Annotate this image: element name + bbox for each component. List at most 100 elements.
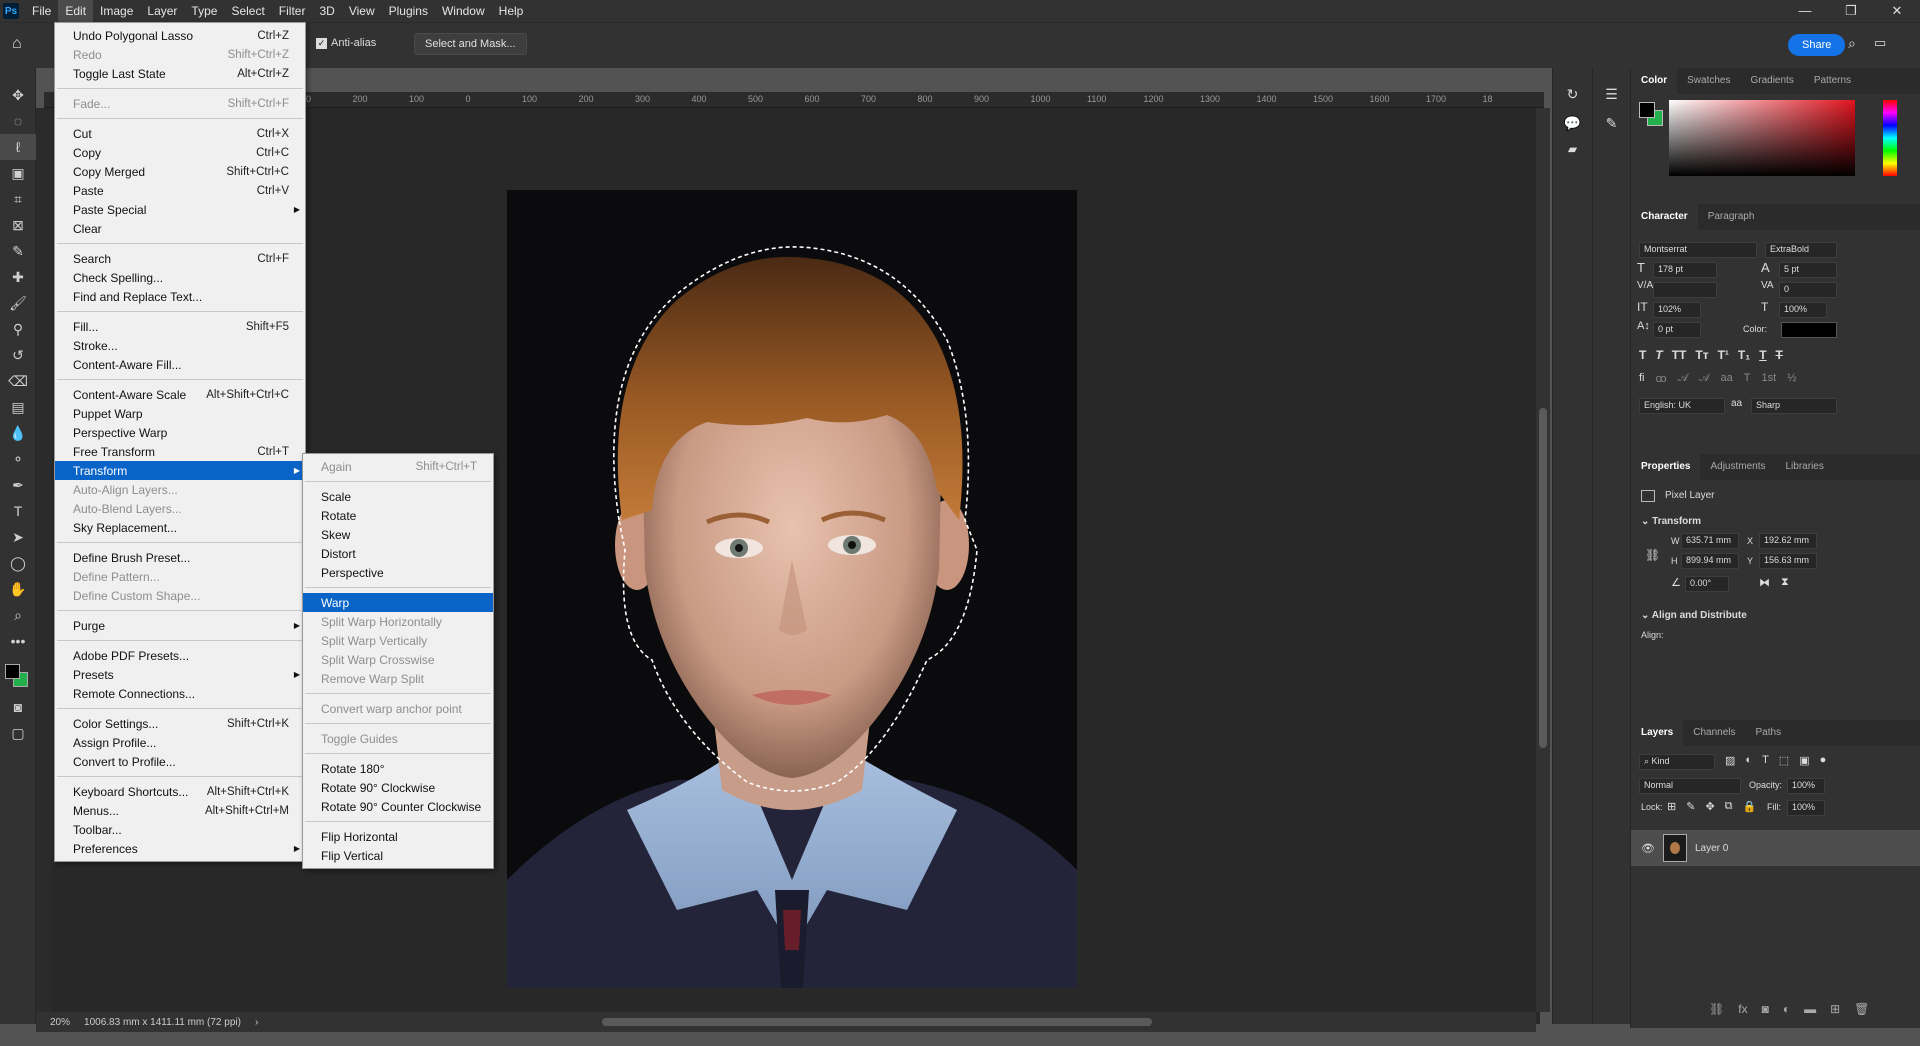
color-tab-swatches[interactable]: Swatches (1677, 68, 1740, 94)
align-section-title[interactable]: ⌄ Align and Distribute (1641, 610, 1747, 621)
vertical-scale-field[interactable]: 102% (1653, 302, 1701, 318)
fill-field[interactable]: 100% (1787, 800, 1825, 816)
history-panel-icon[interactable]: ↻ (1553, 86, 1592, 103)
close-button[interactable]: ✕ (1874, 0, 1920, 22)
underline-icon[interactable]: T (1759, 348, 1766, 362)
filter-smart-icon[interactable]: ▣ (1799, 754, 1809, 767)
small-caps-icon[interactable]: Tт (1695, 348, 1708, 362)
delete-layer-icon[interactable]: 🗑 (1854, 1002, 1869, 1016)
menu-item-color-settings[interactable]: Color Settings... Shift+Ctrl+K (55, 714, 305, 733)
color-field[interactable] (1669, 100, 1855, 176)
titling-icon[interactable]: aa (1721, 372, 1733, 385)
add-mask-icon[interactable]: ◙ (1762, 1002, 1769, 1016)
menu-item-menus[interactable]: Menus... Alt+Shift+Ctrl+M (55, 801, 305, 820)
properties-tab-properties[interactable]: Properties (1631, 454, 1701, 480)
menu-item-flip-vertical[interactable]: Flip Vertical (303, 846, 493, 865)
menu-item-skew[interactable]: Skew (303, 525, 493, 544)
character-tab-character[interactable]: Character (1631, 204, 1698, 230)
clone-stamp-icon[interactable]: ⚲ (0, 316, 36, 342)
link-layers-icon[interactable]: ⛓ (1709, 1002, 1724, 1016)
menu-file[interactable]: File (25, 0, 58, 22)
menu-item-fill[interactable]: Fill... Shift+F5 (55, 317, 305, 336)
language-select[interactable]: English: UK (1639, 398, 1725, 414)
fractions-icon[interactable]: ½ (1787, 372, 1796, 385)
menu-item-undo-polygonal-lasso[interactable]: Undo Polygonal Lasso Ctrl+Z (55, 26, 305, 45)
color-tab-color[interactable]: Color (1631, 68, 1678, 94)
menu-item-distort[interactable]: Distort (303, 544, 493, 563)
healing-brush-icon[interactable]: ✚ (0, 264, 36, 290)
object-selection-icon[interactable]: ▣ (0, 160, 36, 186)
share-button[interactable]: Share (1788, 34, 1846, 56)
font-family-select[interactable]: Montserrat (1639, 242, 1757, 258)
character-tab-paragraph[interactable]: Paragraph (1698, 204, 1765, 230)
lock-position-icon[interactable]: ✥ (1705, 800, 1714, 813)
lock-transparent-icon[interactable]: ⊞ (1667, 800, 1676, 813)
kerning-field[interactable] (1653, 282, 1717, 298)
history-brush-icon[interactable]: ↺ (0, 342, 36, 368)
menu-item-perspective[interactable]: Perspective (303, 563, 493, 582)
dodge-tool-icon[interactable]: ⚬ (0, 446, 36, 472)
brush-tool-icon[interactable]: 🖌 (0, 290, 36, 316)
layers-tab-paths[interactable]: Paths (1746, 720, 1792, 746)
fx-icon[interactable]: fx (1738, 1002, 1747, 1016)
menu-item-warp[interactable]: Warp (303, 593, 493, 612)
screen-mode-icon[interactable]: ▢ (0, 720, 36, 746)
menu-item-flip-horizontal[interactable]: Flip Horizontal (303, 827, 493, 846)
shape-tool-icon[interactable]: ◯ (0, 550, 36, 576)
filter-adjustment-icon[interactable]: ◐ (1745, 754, 1752, 767)
strikethrough-icon[interactable]: T (1776, 348, 1783, 362)
eyedropper-icon[interactable]: ✎ (0, 238, 36, 264)
menu-item-scale[interactable]: Scale (303, 487, 493, 506)
subscript-icon[interactable]: T₁ (1738, 348, 1750, 362)
font-style-select[interactable]: ExtraBold (1765, 242, 1837, 258)
hand-tool-icon[interactable]: ✋ (0, 576, 36, 602)
menu-item-rotate-90-counter-clockwise[interactable]: Rotate 90° Counter Clockwise (303, 797, 493, 816)
marquee-tool-icon[interactable]: ◌ (0, 108, 36, 134)
width-field[interactable]: 635.71 mm (1681, 533, 1739, 549)
leading-field[interactable]: 5 pt (1779, 262, 1837, 278)
old-style-icon[interactable]: ꝏ (1656, 372, 1667, 385)
menu-item-copy-merged[interactable]: Copy Merged Shift+Ctrl+C (55, 162, 305, 181)
menu-item-convert-to-profile[interactable]: Convert to Profile... (55, 752, 305, 771)
zoom-level[interactable]: 20% (50, 1017, 70, 1028)
filter-shape-icon[interactable]: ⬚ (1779, 754, 1789, 767)
all-caps-icon[interactable]: TT (1672, 348, 1687, 362)
stylistic-icon[interactable]: 𝒜 (1699, 372, 1709, 385)
menu-item-copy[interactable]: Copy Ctrl+C (55, 143, 305, 162)
workspace-icon[interactable]: ▭ (1874, 35, 1886, 51)
menu-item-remote-connections[interactable]: Remote Connections... (55, 684, 305, 703)
menu-item-keyboard-shortcuts[interactable]: Keyboard Shortcuts... Alt+Shift+Ctrl+K (55, 782, 305, 801)
filter-type-icon[interactable]: T (1762, 754, 1769, 767)
learn-panel-icon[interactable]: ▰ (1553, 142, 1592, 156)
horizontal-scroll-thumb[interactable] (602, 1018, 1153, 1026)
transform-section-title[interactable]: ⌄ Transform (1641, 516, 1701, 527)
menu-view[interactable]: View (342, 0, 382, 22)
menu-item-toolbar[interactable]: Toolbar... (55, 820, 305, 839)
ordinals-icon[interactable]: T (1744, 372, 1751, 385)
menu-plugins[interactable]: Plugins (382, 0, 435, 22)
filter-toggle-icon[interactable]: ● (1820, 754, 1827, 767)
menu-item-content-aware-fill[interactable]: Content-Aware Fill... (55, 355, 305, 374)
height-field[interactable]: 899.94 mm (1681, 553, 1739, 569)
layers-tab-channels[interactable]: Channels (1683, 720, 1745, 746)
home-icon[interactable]: ⌂ (12, 35, 22, 53)
menu-item-content-aware-scale[interactable]: Content-Aware Scale Alt+Shift+Ctrl+C (55, 385, 305, 404)
layer-row[interactable]: 👁 Layer 0 (1631, 830, 1920, 866)
eraser-icon[interactable]: ⌫ (0, 368, 36, 394)
foreground-color-swatch[interactable] (5, 664, 20, 679)
menu-item-adobe-pdf-presets[interactable]: Adobe PDF Presets... (55, 646, 305, 665)
link-icon[interactable]: ⛓ (1645, 548, 1660, 562)
gradient-tool-icon[interactable]: ▤ (0, 394, 36, 420)
lock-artboard-icon[interactable]: ⧉ (1725, 800, 1733, 813)
menu-window[interactable]: Window (435, 0, 492, 22)
vertical-scrollbar[interactable] (1536, 108, 1550, 1012)
crop-tool-icon[interactable]: ⌗ (0, 186, 36, 212)
flip-horizontal-icon[interactable]: ⧓ (1759, 576, 1770, 589)
frame-tool-icon[interactable]: ⊠ (0, 212, 36, 238)
opacity-field[interactable]: 100% (1787, 778, 1825, 794)
tracking-field[interactable]: 0 (1779, 282, 1837, 298)
menu-item-transform[interactable]: Transform ▶ (55, 461, 305, 480)
x-field[interactable]: 192.62 mm (1759, 533, 1817, 549)
menu-help[interactable]: Help (492, 0, 531, 22)
menu-item-rotate-180[interactable]: Rotate 180° (303, 759, 493, 778)
